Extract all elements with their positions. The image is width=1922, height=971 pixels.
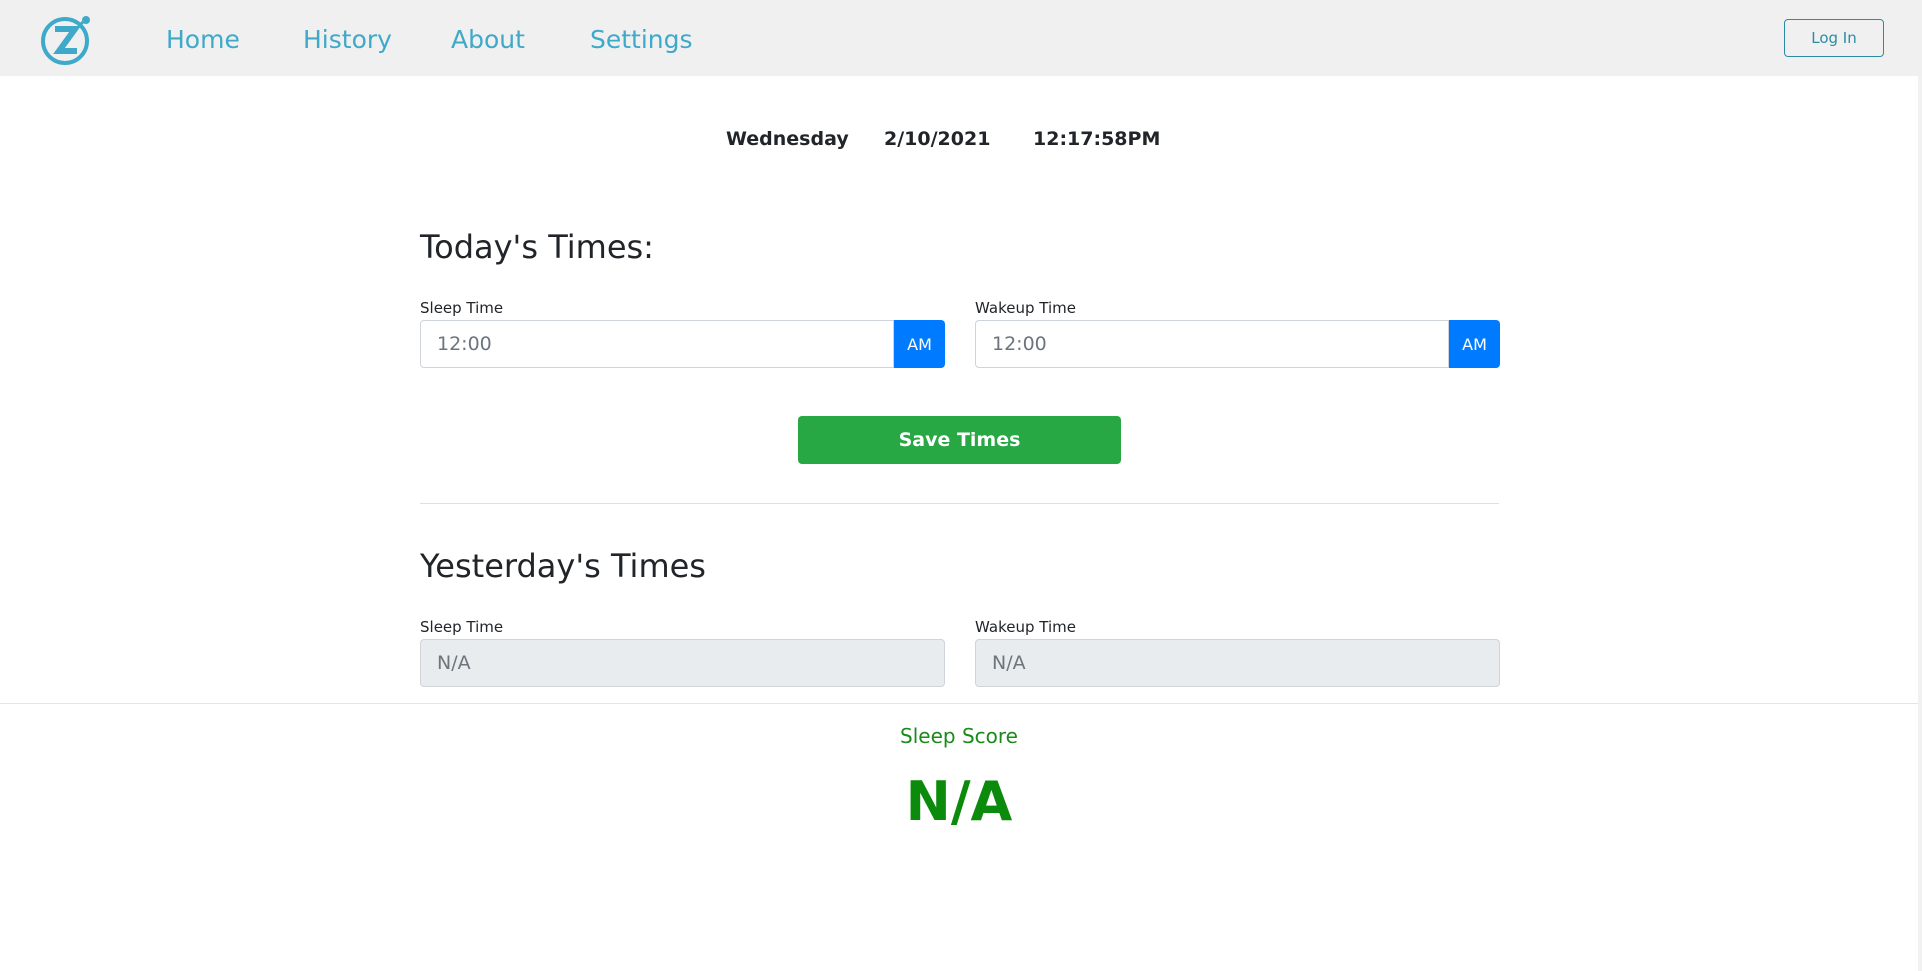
today-wakeup-ampm-toggle[interactable]: AM	[1449, 320, 1500, 368]
current-datetime: Wednesday 2/10/2021 12:17:58PM	[0, 124, 1918, 154]
yesterdays-times-heading: Yesterday's Times	[420, 547, 706, 585]
yesterday-wakeup-time-label: Wakeup Time	[975, 618, 1076, 636]
current-date: 2/10/2021	[884, 128, 991, 150]
yesterday-wakeup-time-field: N/A	[975, 639, 1500, 687]
current-time: 12:17:58PM	[1033, 128, 1161, 150]
nav-home-link[interactable]: Home	[166, 22, 240, 58]
section-divider	[420, 503, 1499, 504]
current-day: Wednesday	[726, 128, 849, 150]
today-wakeup-time-input[interactable]	[975, 320, 1449, 368]
today-sleep-time-label: Sleep Time	[420, 299, 504, 317]
sleep-score-label: Sleep Score	[900, 724, 1018, 748]
nav-settings-link[interactable]: Settings	[590, 22, 693, 58]
today-wakeup-time-label: Wakeup Time	[975, 299, 1076, 317]
save-times-button[interactable]: Save Times	[798, 416, 1121, 464]
log-in-button[interactable]: Log In	[1784, 19, 1884, 57]
yesterday-sleep-time-label: Sleep Time	[420, 618, 504, 636]
nav-history-link[interactable]: History	[303, 22, 392, 58]
vertical-scrollbar[interactable]	[1918, 76, 1922, 971]
z-stopwatch-logo-icon[interactable]	[38, 12, 96, 67]
score-divider	[0, 703, 1918, 704]
today-sleep-ampm-toggle[interactable]: AM	[894, 320, 945, 368]
nav-about-link[interactable]: About	[451, 22, 525, 58]
sleep-score-value: N/A	[905, 770, 1013, 833]
top-navbar: Home History About Settings Log In	[0, 0, 1922, 76]
yesterday-sleep-time-field: N/A	[420, 639, 945, 687]
today-sleep-time-input[interactable]	[420, 320, 894, 368]
todays-times-heading: Today's Times:	[420, 228, 654, 266]
